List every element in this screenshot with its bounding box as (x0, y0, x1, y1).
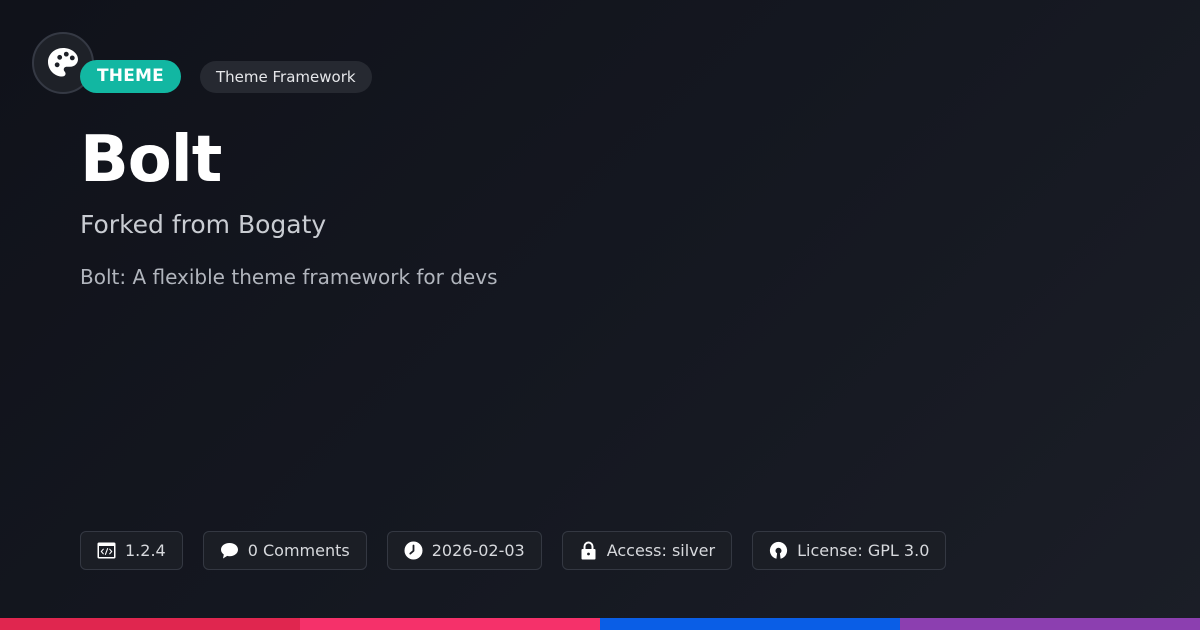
open-source-icon (769, 541, 788, 560)
type-badge: THEME (80, 60, 181, 93)
meta-bar: 1.2.4 0 Comments 2026-02-03 Access: silv… (80, 531, 947, 570)
lock-icon (579, 541, 598, 560)
page-title: Bolt (80, 123, 222, 197)
accent-stripe (0, 618, 1200, 630)
stripe-segment (600, 618, 900, 630)
access-text: Access: silver (606, 541, 716, 560)
comments-chip[interactable]: 0 Comments (202, 531, 367, 570)
access-chip: Access: silver (561, 531, 733, 570)
category-badge[interactable]: Theme Framework (200, 61, 372, 93)
version-chip: 1.2.4 (80, 531, 183, 570)
subtitle: Forked from Bogaty (80, 210, 327, 239)
comment-icon (220, 541, 239, 560)
code-window-icon (97, 541, 116, 560)
license-text: License: GPL 3.0 (797, 541, 930, 560)
date-chip: 2026-02-03 (386, 531, 542, 570)
description: Bolt: A flexible theme framework for dev… (80, 265, 498, 289)
stripe-segment (300, 618, 600, 630)
stripe-segment (0, 618, 300, 630)
palette-icon (48, 48, 78, 77)
version-text: 1.2.4 (125, 541, 166, 560)
clock-icon (404, 541, 423, 560)
date-text: 2026-02-03 (431, 541, 525, 560)
stripe-segment (900, 618, 1200, 630)
comments-text: 0 Comments (247, 541, 350, 560)
license-chip: License: GPL 3.0 (752, 531, 947, 570)
